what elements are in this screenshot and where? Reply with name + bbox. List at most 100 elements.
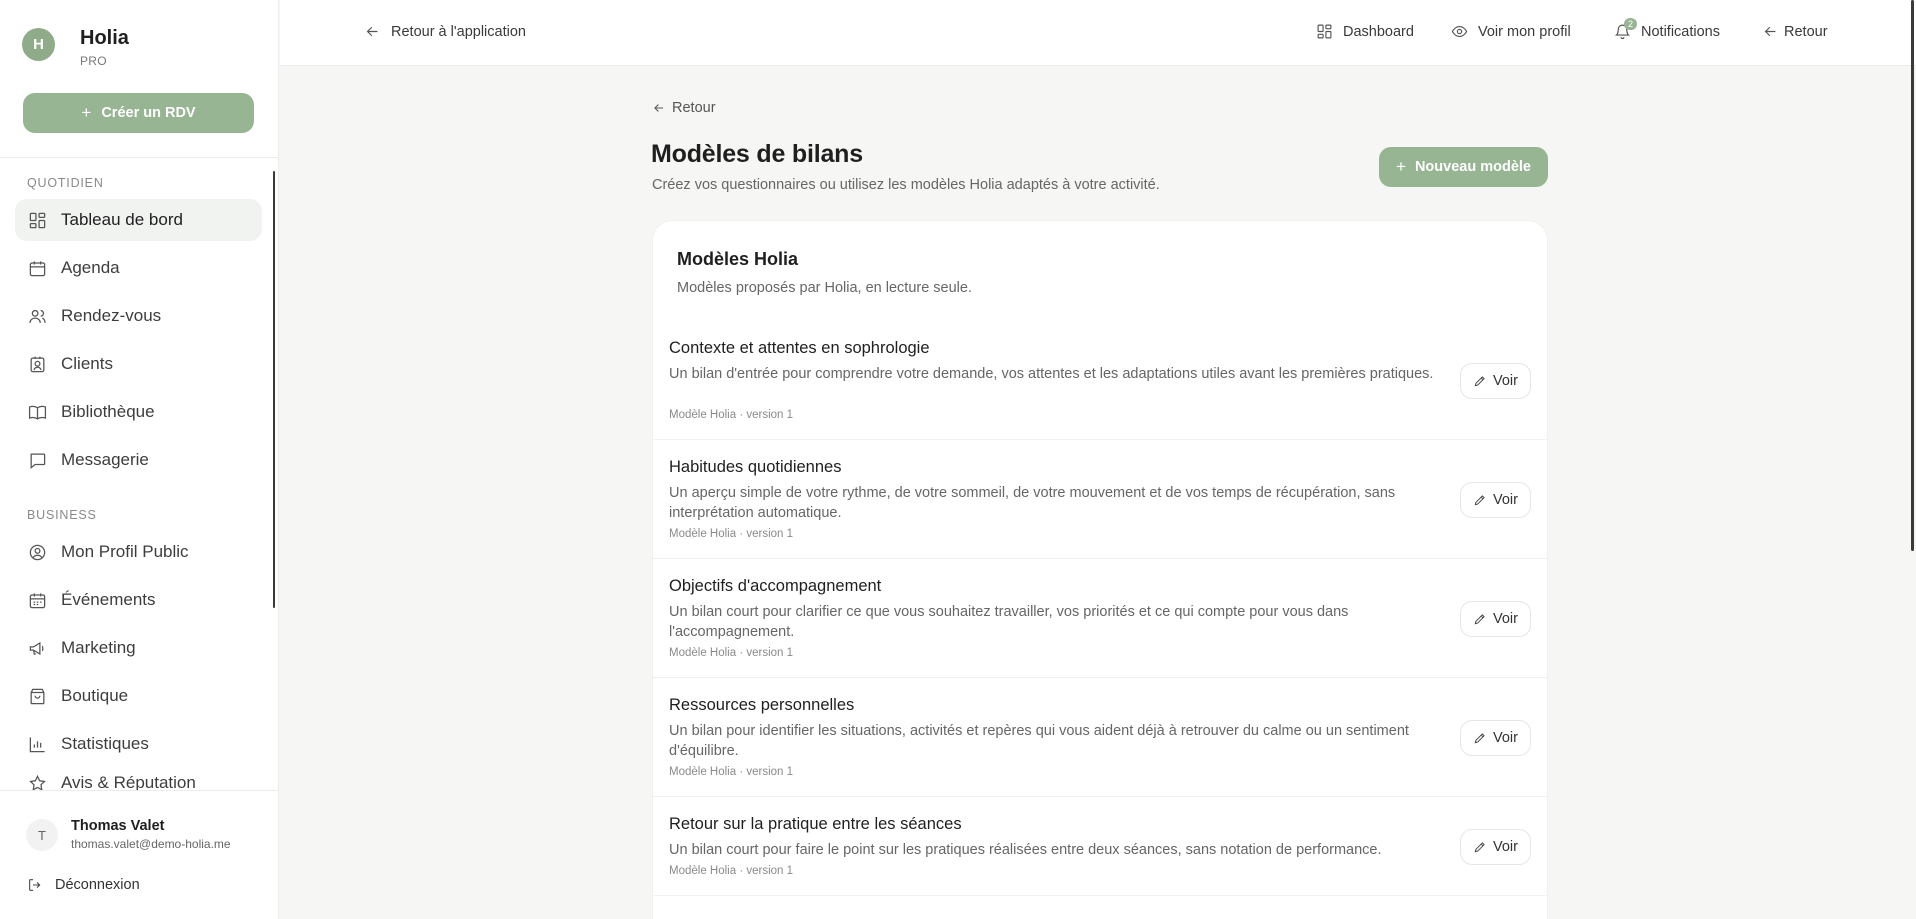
sidebar-item-label: Rendez-vous [61,306,162,325]
sidebar-item-label: Agenda [61,258,120,277]
sidebar-item-dashboard[interactable]: Tableau de bord [15,199,262,241]
view-profile-link[interactable]: Voir mon profil [1451,23,1571,40]
template-row: Ressources personnelles Un bilan pour id… [653,678,1549,797]
sidebar-item-marketing[interactable]: Marketing [15,627,262,669]
section-label-business: BUSINESS [27,508,97,522]
template-description: Un bilan court pour faire le point sur l… [669,842,1382,858]
sidebar-item-label: Mon Profil Public [61,542,189,561]
view-label: Voir [1493,492,1518,508]
notification-count-badge: 2 [1624,18,1638,30]
top-back-label: Retour [1784,23,1828,40]
top-back-link[interactable]: Retour [1762,23,1828,40]
view-profile-label: Voir mon profil [1478,23,1571,40]
dashboard-link[interactable]: Dashboard [1316,23,1414,40]
brand[interactable]: H Holia PRO [22,27,129,68]
sidebar: H Holia PRO + Créer un RDV QUOTIDIEN Tab… [0,0,279,919]
card-subtitle: Modèles proposés par Holia, en lecture s… [677,280,972,296]
back-link[interactable]: Retour [652,100,716,116]
sidebar-item-reviews[interactable]: Avis & Réputation [15,771,262,791]
logout-label: Déconnexion [55,877,140,893]
view-template-button[interactable]: Voir [1460,829,1531,865]
calendar-days-icon [27,590,47,610]
template-description: Un aperçu simple de votre rythme, de vot… [669,485,1396,521]
template-row: Habitudes quotidiennes Un aperçu simple … [653,440,1549,559]
template-title: Objectifs d'accompagnement [669,577,882,595]
new-template-button[interactable]: + Nouveau modèle [1379,147,1548,187]
user-circle-icon [27,542,47,562]
page-subtitle: Créez vos questionnaires ou utilisez les… [652,177,1160,193]
template-title: Retour sur la pratique entre les séances [669,815,962,833]
brand-name: Holia [80,27,129,49]
logout-icon [29,879,41,891]
sidebar-item-events[interactable]: Événements [15,579,262,621]
star-icon [27,773,47,791]
avatar[interactable]: T [26,819,58,851]
brand-avatar: H [22,28,55,61]
pencil-icon [1474,495,1485,506]
divider [0,790,279,791]
template-description: Un bilan d'entrée pour comprendre votre … [669,366,1434,382]
sidebar-item-messaging[interactable]: Messagerie [15,439,262,481]
view-template-button[interactable]: Voir [1460,363,1531,399]
contact-icon [27,354,47,374]
template-meta: Modèle Holia · version 1 [669,528,794,540]
book-icon [27,402,47,422]
sidebar-item-appointments[interactable]: Rendez-vous [15,295,262,337]
user-name: Thomas Valet [71,818,165,834]
dashboard-icon [27,210,47,230]
pencil-icon [1474,733,1485,744]
sidebar-scrollbar[interactable] [273,171,275,608]
card-title: Modèles Holia [677,249,799,269]
arrow-left-icon [366,26,378,37]
eye-icon [1451,25,1468,38]
sidebar-item-label: Boutique [61,686,129,705]
template-row: Contexte et attentes en sophrologie Un b… [653,321,1549,440]
sidebar-item-shop[interactable]: Boutique [15,675,262,717]
plus-icon: + [1396,157,1406,176]
sidebar-item-label: Bibliothèque [61,402,155,421]
holia-templates-card: Modèles Holia Modèles proposés par Holia… [652,220,1549,919]
template-meta: Modèle Holia · version 1 [669,409,794,421]
template-meta: Modèle Holia · version 1 [669,865,794,877]
dashboard-icon [1317,24,1332,39]
logout-button[interactable]: Déconnexion [27,877,140,893]
view-template-button[interactable]: Voir [1460,720,1531,756]
notifications-label: Notifications [1641,23,1720,40]
view-label: Voir [1493,839,1518,855]
dashboard-label: Dashboard [1343,23,1414,40]
bar-chart-icon [27,734,47,754]
template-title: Ressources personnelles [669,696,855,714]
create-appointment-button[interactable]: + Créer un RDV [23,93,254,133]
sidebar-item-label: Marketing [61,638,136,657]
pencil-icon [1474,376,1485,387]
template-title: Contexte et attentes en sophrologie [669,339,930,357]
page-title: Modèles de bilans [651,140,863,168]
divider [0,157,279,158]
template-title: Habitudes quotidiennes [669,458,842,476]
view-template-button[interactable]: Voir [1460,601,1531,637]
notifications-link[interactable]: 2 Notifications [1614,18,1720,40]
sidebar-item-label: Statistiques [61,734,149,753]
sidebar-item-statistics[interactable]: Statistiques [15,723,262,765]
sidebar-item-agenda[interactable]: Agenda [15,247,262,289]
view-template-button[interactable]: Voir [1460,482,1531,518]
arrow-left-icon [1764,26,1776,37]
sidebar-item-library[interactable]: Bibliothèque [15,391,262,433]
sidebar-item-clients[interactable]: Clients [15,343,262,385]
sidebar-item-label: Tableau de bord [61,210,183,229]
shopping-bag-icon [27,686,47,706]
page-scrollbar[interactable] [1911,0,1914,551]
message-icon [27,450,47,470]
template-meta: Modèle Holia · version 1 [669,766,794,778]
calendar-icon [27,258,47,278]
template-row: Objectifs d'accompagnement Un bilan cour… [653,559,1549,678]
top-bar: Retour à l'application Dashboard Voir mo… [280,0,1916,66]
sidebar-item-label: Clients [61,354,113,373]
arrow-left-icon [654,104,664,112]
view-label: Voir [1493,730,1518,746]
users-icon [27,306,47,326]
sidebar-item-public-profile[interactable]: Mon Profil Public [15,531,262,573]
template-description: Un bilan court pour clarifier ce que vou… [669,604,1349,640]
back-to-app-link[interactable]: Retour à l'application [364,23,526,40]
view-label: Voir [1493,373,1518,389]
